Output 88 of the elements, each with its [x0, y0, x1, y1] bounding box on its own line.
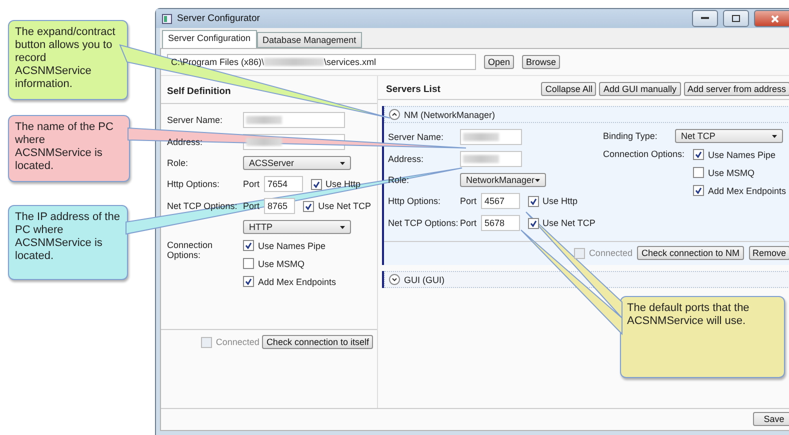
checkbox[interactable]: [528, 218, 539, 228]
port-label: Port: [460, 196, 477, 206]
dropdown[interactable]: Net TCP: [675, 129, 783, 143]
toolbar-button[interactable]: Add GUI manually: [599, 82, 680, 96]
tab[interactable]: Server Configuration: [162, 30, 257, 48]
text-field[interactable]: [460, 129, 522, 145]
checkbox-label: Use Names Pipe: [258, 240, 326, 250]
port-field[interactable]: 7654: [264, 176, 303, 192]
checkbox-label: Use Names Pipe: [708, 150, 776, 160]
port-field[interactable]: 8765: [264, 198, 296, 214]
expand-icon[interactable]: [389, 274, 400, 285]
path-text: \services.xml: [324, 57, 376, 67]
blurred-value: [246, 138, 282, 146]
checkbox[interactable]: [310, 178, 322, 190]
checkbox[interactable]: [693, 149, 704, 160]
blurred-value: [463, 133, 499, 141]
field-label: Connection Options:: [167, 240, 214, 260]
checkbox-label: Use Net TCP: [318, 201, 371, 211]
callout: The expand/contract button allows you to record ACSNMService information.: [8, 20, 128, 100]
file-button[interactable]: Open: [484, 55, 514, 69]
maximize-icon: [732, 15, 740, 22]
dropdown-caret-icon: [340, 226, 345, 228]
checkbox[interactable]: [303, 200, 314, 212]
checkbox[interactable]: [574, 248, 585, 258]
checkbox[interactable]: [528, 196, 539, 206]
dropdown[interactable]: ACSServer: [243, 156, 351, 170]
collapse-icon[interactable]: [389, 109, 400, 120]
section-title: Servers List: [386, 84, 440, 94]
checkbox-label: Add Mex Endpoints: [708, 186, 786, 196]
field-label: Address:: [388, 154, 425, 164]
server-title: GUI (GUI): [404, 274, 444, 284]
field-label: Net TCP Options:: [388, 218, 460, 228]
dropdown-caret-icon: [534, 178, 540, 182]
checkbox-label: Use Net TCP: [542, 218, 596, 228]
field-label: Net TCP Options:: [167, 201, 238, 211]
check-connection-button[interactable]: Check connection to itself: [262, 335, 373, 349]
field-label: Http Options:: [167, 179, 221, 189]
checkbox[interactable]: [200, 336, 212, 348]
checkbox[interactable]: [243, 276, 254, 287]
window-title: Server Configurator: [177, 13, 261, 24]
blurred-value: [264, 58, 324, 66]
toolbar-button[interactable]: Add server from address: [684, 82, 789, 96]
checkbox-label: Use MSMQ: [258, 258, 305, 268]
app-icon: [162, 14, 172, 24]
server-title: NM (NetworkManager): [404, 110, 496, 120]
checkbox[interactable]: [693, 167, 704, 178]
blurred-value: [463, 155, 499, 163]
checkbox-label: Use MSMQ: [708, 168, 755, 178]
checkbox[interactable]: [243, 258, 254, 269]
callout: The default ports that the ACSNMService will use.: [620, 296, 785, 378]
port-label: Port: [460, 218, 477, 228]
remove-button[interactable]: Remove: [748, 246, 789, 260]
field-label: Server Name:: [167, 115, 224, 125]
checkbox-label: Connected: [216, 337, 260, 347]
checkbox-label: Connected: [588, 248, 632, 258]
close-button[interactable]: [754, 10, 789, 27]
field-label: Server Name:: [388, 132, 445, 142]
field-label: Connection Options:: [603, 149, 686, 159]
text-field[interactable]: [460, 151, 522, 167]
port-field[interactable]: 5678: [480, 215, 520, 231]
callout: The name of the PC where ACSNMService is located.: [8, 115, 130, 182]
checkbox[interactable]: [243, 240, 254, 251]
field-label: Role:: [388, 175, 410, 185]
blurred-value: [246, 116, 282, 124]
port-label: Port: [243, 179, 260, 189]
callout: The IP address of the PC where ACSNMService is located.: [8, 205, 128, 280]
save-button[interactable]: Save: [753, 412, 789, 426]
maximize-button[interactable]: [723, 10, 749, 27]
toolbar-button[interactable]: Collapse All: [541, 82, 596, 96]
file-button[interactable]: Browse: [522, 55, 560, 69]
close-icon: [771, 14, 779, 22]
checkbox-label: Add Mex Endpoints: [258, 276, 336, 286]
tab[interactable]: Database Management: [256, 32, 362, 48]
check-connection-button[interactable]: Check connection to NM: [637, 246, 744, 260]
field-label: Binding Type:: [603, 131, 658, 141]
text-field[interactable]: [243, 112, 345, 128]
checkbox[interactable]: [693, 185, 704, 196]
port-label: Port: [243, 201, 260, 211]
port-field[interactable]: 4567: [480, 193, 520, 209]
minimize-button[interactable]: [692, 10, 718, 27]
field-label: Role:: [167, 158, 190, 168]
checkbox-label: Use Http: [542, 196, 578, 206]
dropdown-caret-icon: [772, 134, 777, 138]
dropdown-caret-icon: [340, 162, 345, 164]
minimize-icon: [701, 17, 709, 20]
field-label: Http Options:: [388, 196, 442, 206]
dropdown[interactable]: NetworkManager: [460, 173, 546, 187]
dropdown[interactable]: HTTP: [243, 220, 351, 234]
